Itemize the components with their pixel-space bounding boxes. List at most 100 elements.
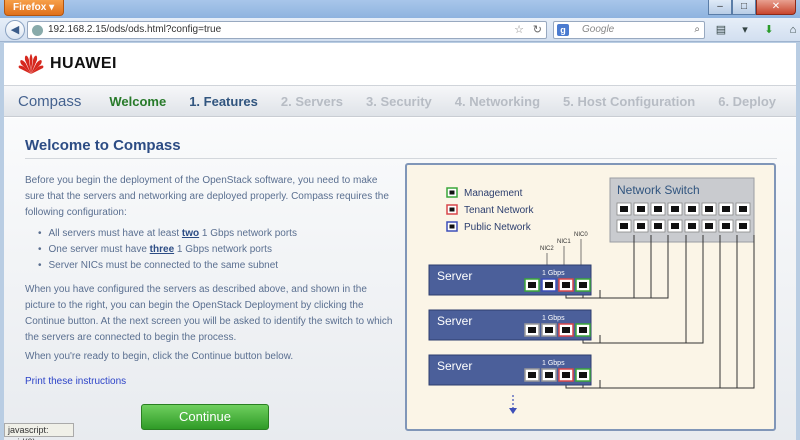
nic-labels: NIC2 NIC1 NIC0 (540, 232, 588, 265)
continue-button[interactable]: Continue (141, 404, 269, 430)
google-engine-icon[interactable]: g (557, 24, 569, 36)
legend: Management Tenant Network Public Network (446, 187, 534, 233)
nic1-label: NIC1 (557, 239, 571, 245)
step-networking[interactable]: 4. Networking (455, 94, 540, 109)
ready-paragraph: When you're ready to begin, click the Co… (25, 351, 294, 362)
step-welcome[interactable]: Welcome (109, 94, 166, 109)
cables (565, 235, 755, 389)
legend-tenant-port (449, 207, 455, 212)
download-icon[interactable]: ⬇ (760, 21, 778, 39)
bookmarks-menu-icon[interactable]: ▤ (712, 21, 730, 39)
requirements-list: All servers must have at least two 1 Gbp… (38, 226, 297, 274)
huawei-logo: HUAWEI (18, 53, 117, 75)
server-port-socket (545, 282, 553, 288)
switch-port-socket (688, 206, 696, 212)
req3-text: Server NICs must be connected to the sam… (48, 260, 279, 271)
server-port-socket (562, 282, 570, 288)
main-content: Welcome to Compass Before you begin the … (4, 118, 796, 440)
server-port-socket (528, 372, 536, 378)
page-title: Welcome to Compass (25, 137, 181, 154)
back-arrow-icon[interactable]: ◀ (5, 20, 25, 40)
switch-port-socket (620, 223, 628, 229)
req1-text-c: 1 Gbps network ports (199, 228, 297, 239)
switch-port-socket (688, 223, 696, 229)
more-servers-arrowhead (509, 408, 517, 414)
step-security[interactable]: 3. Security (366, 94, 432, 109)
intro-paragraph: Before you begin the deployment of the O… (25, 175, 389, 218)
server-port-socket (579, 282, 587, 288)
nic0-label: NIC0 (574, 232, 588, 238)
switch-port-socket (637, 223, 645, 229)
logo-text: HUAWEI (50, 55, 117, 72)
dropdown-icon[interactable]: ▾ (736, 21, 754, 39)
req1-text-a: All servers must have at least (48, 228, 182, 239)
req1-emphasis: two (181, 228, 200, 239)
server-port-socket (545, 327, 553, 333)
address-bar[interactable]: 192.168.2.15/ods/ods.html?config=true ☆ … (27, 21, 547, 39)
step-servers[interactable]: 2. Servers (281, 94, 343, 109)
toolbar-icons: ▤ ▾ ⬇ ⌂ (712, 21, 800, 39)
step-deploy[interactable]: 6. Deploy (718, 94, 776, 109)
list-item: Server NICs must be connected to the sam… (38, 258, 297, 274)
server-label: Server (437, 269, 472, 283)
status-bar: javascript: void(0) (4, 423, 74, 440)
switch-port-socket (722, 206, 730, 212)
network-diagram-canvas: Management Tenant Network Public Network… (428, 177, 755, 414)
network-diagram: Management Tenant Network Public Network… (405, 163, 776, 431)
firefox-menu-label: Firefox (13, 2, 47, 13)
legend-tenant-label: Tenant Network (464, 205, 534, 216)
switch-port-socket (705, 223, 713, 229)
browser-title-bar: Firefox ▾ – □ ✕ (0, 0, 800, 18)
maximize-icon[interactable]: □ (732, 0, 756, 15)
list-item: One server must have three 1 Gbps networ… (38, 242, 297, 258)
window-controls: – □ ✕ (708, 0, 796, 16)
server-port-socket (562, 372, 570, 378)
huawei-petal-icon (18, 54, 44, 74)
server-port-socket (562, 327, 570, 333)
instructions-paragraph: When you have configured the servers as … (25, 284, 393, 343)
req2-text-a: One server must have (48, 244, 150, 255)
switch-port-socket (705, 206, 713, 212)
step-features[interactable]: 1. Features (189, 94, 258, 109)
server-speed-label: 1 Gbps (542, 270, 565, 277)
reload-icon[interactable]: ↻ (533, 22, 542, 38)
home-icon[interactable]: ⌂ (784, 21, 800, 39)
switch-port-socket (739, 223, 747, 229)
web-page: HUAWEI Compass Welcome 1. Features 2. Se… (4, 43, 796, 440)
brand-label: Compass (18, 92, 82, 110)
network-cable (565, 235, 755, 389)
wizard-steps-bar: Compass Welcome 1. Features 2. Servers 3… (4, 85, 796, 117)
browser-nav-bar: ◀ 192.168.2.15/ods/ods.html?config=true … (0, 18, 800, 42)
switch-port-socket (739, 206, 747, 212)
search-input[interactable]: g Google ⌕ (553, 21, 705, 39)
page-header: HUAWEI (4, 43, 796, 85)
server-label: Server (437, 359, 472, 373)
server-port-socket (579, 372, 587, 378)
switch-port-socket (654, 206, 662, 212)
server-speed-label: 1 Gbps (542, 315, 565, 322)
bookmark-star-icon[interactable]: ☆ (514, 22, 524, 38)
address-url: 192.168.2.15/ods/ods.html?config=true (48, 24, 222, 35)
close-icon[interactable]: ✕ (756, 0, 796, 15)
legend-management-label: Management (464, 188, 523, 199)
print-instructions-link[interactable]: Print these instructions (25, 376, 126, 387)
firefox-menu-button[interactable]: Firefox ▾ (4, 0, 64, 16)
server-label: Server (437, 314, 472, 328)
server-port-socket (579, 327, 587, 333)
search-placeholder: Google (582, 24, 615, 35)
server-speed-label: 1 Gbps (542, 360, 565, 367)
legend-management-port (449, 190, 455, 195)
switch-port-socket (722, 223, 730, 229)
server-port-socket (528, 327, 536, 333)
switch-title: Network Switch (617, 183, 700, 197)
site-favicon-icon (32, 25, 43, 36)
switch-port-socket (671, 206, 679, 212)
nic2-label: NIC2 (540, 246, 554, 252)
req2-emphasis: three (149, 244, 175, 255)
search-icon[interactable]: ⌕ (694, 22, 700, 38)
title-divider (25, 158, 777, 159)
step-host-configuration[interactable]: 5. Host Configuration (563, 94, 695, 109)
switch-port-socket (671, 223, 679, 229)
minimize-icon[interactable]: – (708, 0, 732, 15)
switch-port-socket (620, 206, 628, 212)
